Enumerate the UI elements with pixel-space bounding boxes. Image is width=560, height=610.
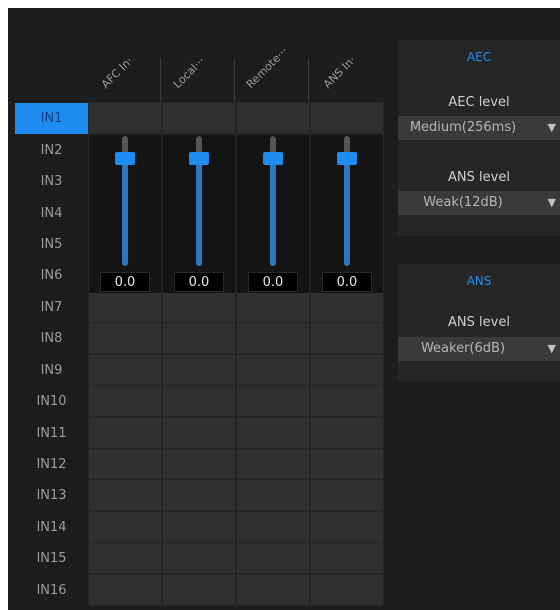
grid-cell[interactable]	[310, 354, 384, 386]
row-label-in9[interactable]: IN9	[15, 355, 88, 386]
aec-section-title: AEC	[466, 50, 492, 64]
grid-cell[interactable]	[236, 322, 310, 354]
aec-level-value: Medium(256ms)	[409, 120, 517, 135]
fader-track[interactable]	[344, 154, 350, 266]
ans-level-dropdown[interactable]: Weaker(6dB) ▼	[398, 337, 560, 361]
fader-knob-ans-in[interactable]	[337, 152, 357, 165]
row-label-in7[interactable]: IN7	[15, 292, 88, 323]
grid-cell[interactable]	[88, 479, 162, 511]
grid-cell[interactable]	[162, 511, 236, 543]
grid-cell[interactable]	[162, 448, 236, 480]
row-label-in10[interactable]: IN10	[15, 386, 88, 417]
grid-cell[interactable]	[162, 291, 236, 323]
grid-cell[interactable]	[310, 291, 384, 323]
grid-cell[interactable]	[236, 448, 310, 480]
grid-cell[interactable]	[310, 322, 384, 354]
dropdown-arrow-icon: ▼	[547, 196, 556, 209]
grid-cell[interactable]	[310, 385, 384, 417]
column-header-ans-in: ANS In·	[320, 53, 359, 91]
grid-cell[interactable]	[88, 542, 162, 574]
audio-mixer-panel: AFC In· Local··· Remote··· ANS In· IN1 I…	[8, 8, 560, 610]
grid-cell[interactable]	[162, 479, 236, 511]
fader-knob-local[interactable]	[189, 152, 209, 165]
row-label-in13[interactable]: IN13	[15, 480, 88, 511]
row-label-in5[interactable]: IN5	[15, 229, 88, 260]
column-header-remote: Remote···	[243, 44, 291, 91]
grid-cell[interactable]	[162, 574, 236, 606]
column-header-local: Local···	[170, 54, 208, 91]
row-label-in15[interactable]: IN15	[15, 543, 88, 574]
grid-cell[interactable]	[88, 102, 162, 134]
row-label-in3[interactable]: IN3	[15, 166, 88, 197]
grid-cell[interactable]	[236, 354, 310, 386]
fader-knob-remote[interactable]	[263, 152, 283, 165]
grid-cell[interactable]	[88, 448, 162, 480]
grid-cell[interactable]	[162, 322, 236, 354]
header-divider	[160, 58, 161, 103]
grid-cell[interactable]	[88, 511, 162, 543]
grid-cell[interactable]	[162, 385, 236, 417]
dropdown-arrow-icon: ▼	[547, 342, 556, 355]
grid-cell[interactable]	[310, 574, 384, 606]
grid-cell[interactable]	[236, 511, 310, 543]
grid-cell[interactable]	[88, 417, 162, 449]
aec-section: AEC AEC level Medium(256ms) ▼ ANS level …	[398, 40, 560, 236]
grid-cell[interactable]	[310, 511, 384, 543]
grid-cell[interactable]	[88, 385, 162, 417]
fader-track[interactable]	[196, 154, 202, 266]
row-label-in8[interactable]: IN8	[15, 323, 88, 354]
header-divider	[234, 58, 235, 103]
row-label-in2[interactable]: IN2	[15, 135, 88, 166]
row-label-in4[interactable]: IN4	[15, 198, 88, 229]
grid-cell[interactable]	[236, 102, 310, 134]
grid-cell[interactable]	[310, 448, 384, 480]
header-divider	[308, 58, 309, 103]
grid-cell[interactable]	[236, 385, 310, 417]
grid-cell[interactable]	[162, 102, 236, 134]
row-label-in1[interactable]: IN1	[15, 103, 88, 134]
grid-cell[interactable]	[236, 417, 310, 449]
grid-cell[interactable]	[236, 574, 310, 606]
dropdown-arrow-icon: ▼	[547, 121, 556, 134]
fader-track[interactable]	[122, 154, 128, 266]
fader-value-remote[interactable]: 0.0	[248, 272, 298, 292]
row-label-in6[interactable]: IN6	[15, 260, 88, 291]
aec-level-dropdown[interactable]: Medium(256ms) ▼	[398, 116, 560, 140]
grid-cell[interactable]	[162, 542, 236, 574]
row-label-in12[interactable]: IN12	[15, 449, 88, 480]
aec-ans-level-dropdown[interactable]: Weak(12dB) ▼	[398, 191, 560, 215]
ans-level-value: Weaker(6dB)	[420, 341, 506, 356]
fader-track[interactable]	[270, 154, 276, 266]
ans-section-title: ANS	[466, 274, 492, 288]
grid-cell[interactable]	[88, 322, 162, 354]
grid-cell[interactable]	[236, 291, 310, 323]
aec-ans-level-value: Weak(12dB)	[423, 195, 503, 210]
ans-level-label: ANS level	[448, 315, 510, 330]
grid-cell[interactable]	[88, 291, 162, 323]
grid-cell[interactable]	[236, 479, 310, 511]
grid-cell[interactable]	[162, 354, 236, 386]
grid-cell[interactable]	[310, 542, 384, 574]
grid-cell[interactable]	[310, 102, 384, 134]
column-header-afc-in: AFC In·	[98, 54, 136, 91]
grid-cell[interactable]	[88, 574, 162, 606]
row-label-in14[interactable]: IN14	[15, 512, 88, 543]
fader-value-afc-in[interactable]: 0.0	[100, 272, 150, 292]
grid-cell[interactable]	[310, 417, 384, 449]
ans-level-label: ANS level	[448, 170, 510, 185]
aec-level-label: AEC level	[448, 95, 510, 110]
grid-cell[interactable]	[236, 542, 310, 574]
row-label-in16[interactable]: IN16	[15, 575, 88, 606]
grid-cell[interactable]	[310, 479, 384, 511]
fader-value-ans-in[interactable]: 0.0	[322, 272, 372, 292]
grid-cell[interactable]	[88, 354, 162, 386]
fader-value-local[interactable]: 0.0	[174, 272, 224, 292]
ans-section: ANS ANS level Weaker(6dB) ▼	[398, 264, 560, 381]
fader-knob-afc-in[interactable]	[115, 152, 135, 165]
row-label-in11[interactable]: IN11	[15, 418, 88, 449]
grid-cell[interactable]	[162, 417, 236, 449]
